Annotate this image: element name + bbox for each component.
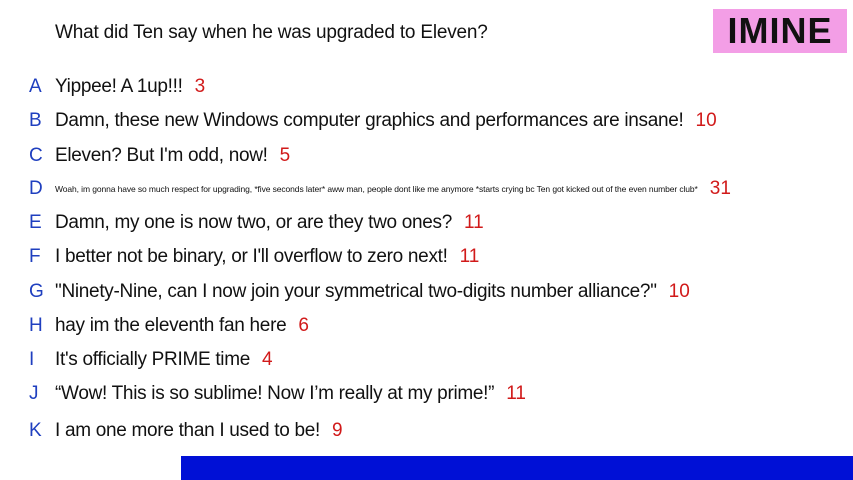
answer-row-e: E Damn, my one is now two, or are they t… — [0, 209, 853, 237]
answer-text: Damn, these new Windows computer graphic… — [55, 110, 684, 131]
answer-text: Yippee! A 1up!!! — [55, 76, 183, 97]
vote-count: 3 — [194, 76, 206, 97]
vote-count: 11 — [464, 212, 484, 233]
vote-count: 6 — [298, 315, 309, 336]
answer-letter: I — [29, 349, 35, 370]
answer-text: It's officially PRIME time — [55, 349, 251, 370]
answer-text: "Ninety-Nine, can I now join your symmet… — [55, 281, 657, 302]
vote-count: 10 — [695, 110, 717, 131]
answer-letter: E — [29, 212, 42, 233]
answer-letter: H — [29, 315, 43, 336]
answer-text: I am one more than I used to be! — [55, 420, 321, 441]
answer-text: I better not be binary, or I'll overflow… — [55, 246, 448, 267]
answer-letter: B — [29, 110, 42, 131]
answer-text: Eleven? But I'm odd, now! — [55, 145, 268, 166]
answer-letter: K — [29, 420, 42, 441]
answer-text: Damn, my one is now two, or are they two… — [55, 212, 453, 233]
answer-row-f: F I better not be binary, or I'll overfl… — [0, 243, 853, 271]
answer-row-i: I It's officially PRIME time 4 — [0, 346, 853, 374]
vote-count: 9 — [332, 420, 343, 441]
vote-count: 4 — [262, 349, 273, 370]
vote-count: 11 — [459, 246, 480, 267]
answer-row-a: A Yippee! A 1up!!! 3 — [0, 73, 853, 101]
answer-row-j: J “Wow! This is so sublime! Now I’m real… — [0, 380, 853, 408]
answer-row-b: B Damn, these new Windows computer graph… — [0, 107, 853, 135]
answer-letter: A — [29, 76, 42, 97]
answer-list: A Yippee! A 1up!!! 3 B Damn, these new W… — [0, 0, 853, 480]
answer-row-k: K I am one more than I used to be! 9 — [0, 417, 853, 445]
answer-row-g: G "Ninety-Nine, can I now join your symm… — [0, 278, 853, 306]
vote-count: 11 — [506, 383, 526, 404]
answer-letter: C — [29, 145, 43, 166]
answer-letter: J — [29, 383, 39, 404]
answer-text: hay im the eleventh fan here — [55, 315, 287, 336]
answer-row-d: D Woah, im gonna have so much respect fo… — [0, 175, 853, 203]
answer-row-h: H hay im the eleventh fan here 6 — [0, 312, 853, 340]
answer-row-c: C Eleven? But I'm odd, now! 5 — [0, 142, 853, 170]
vote-count: 10 — [668, 281, 690, 302]
vote-count: 31 — [709, 178, 731, 199]
vote-count: 5 — [279, 145, 291, 166]
answer-text: Woah, im gonna have so much respect for … — [55, 184, 698, 194]
answer-letter: G — [29, 281, 44, 302]
bottom-bar — [181, 456, 853, 480]
answer-letter: D — [29, 178, 43, 199]
answer-letter: F — [29, 246, 41, 267]
answer-text: “Wow! This is so sublime! Now I’m really… — [55, 383, 495, 404]
